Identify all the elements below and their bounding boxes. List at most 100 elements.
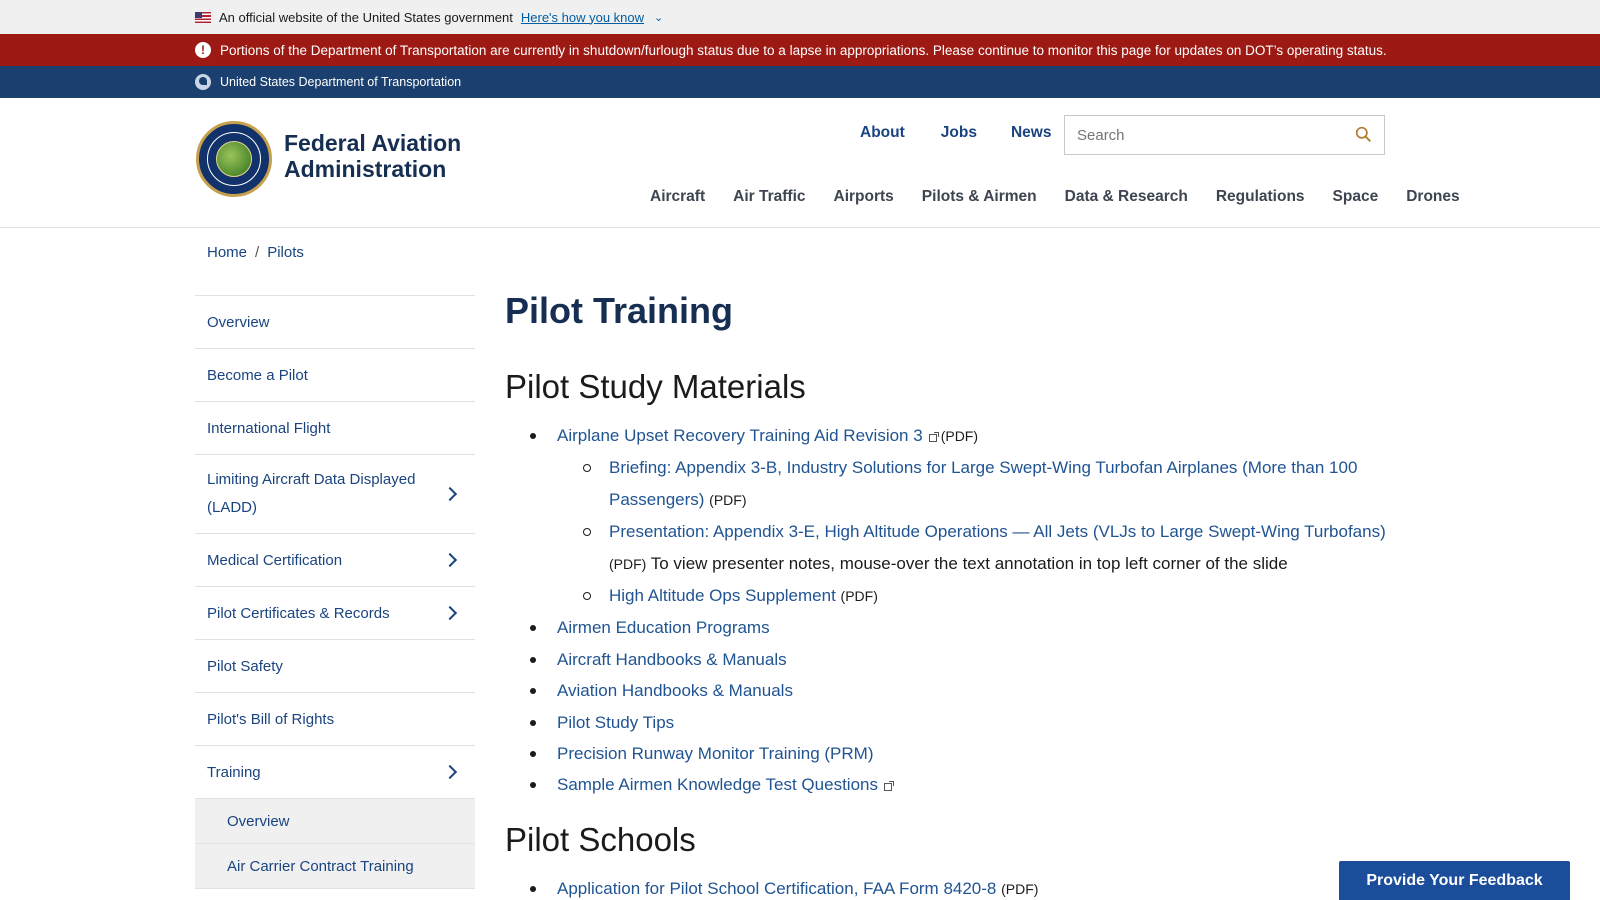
- pdf-label: (PDF): [940, 428, 979, 444]
- list-item: Sample Airmen Knowledge Test Questions: [505, 769, 1405, 800]
- pilot-study-tips-link[interactable]: Pilot Study Tips: [557, 713, 674, 732]
- sidebar-item-international-flight[interactable]: International Flight: [195, 402, 475, 455]
- brand-line-2: Administration: [284, 156, 447, 182]
- sidebar-subitem-overview[interactable]: Overview: [195, 799, 475, 844]
- heres-how-you-know-link[interactable]: Here's how you know: [521, 10, 644, 25]
- sidebar-item-label: Overview: [207, 313, 270, 331]
- chevron-right-icon[interactable]: [442, 486, 458, 502]
- util-nav-about[interactable]: About: [860, 124, 905, 142]
- upset-recovery-sublist: Briefing: Appendix 3-B, Industry Solutio…: [557, 452, 1405, 612]
- form-8420-8-link[interactable]: Application for Pilot School Certificati…: [557, 879, 996, 898]
- high-altitude-ops-link[interactable]: High Altitude Ops Supplement: [609, 586, 836, 605]
- gov-banner-text: An official website of the United States…: [219, 9, 513, 25]
- search-input[interactable]: [1065, 116, 1335, 154]
- breadcrumb: Home / Pilots: [207, 244, 304, 261]
- sidebar-item-pilot-safety[interactable]: Pilot Safety: [195, 640, 475, 693]
- list-item: Aircraft Handbooks & Manuals: [505, 644, 1405, 675]
- dot-bar: United States Department of Transportati…: [0, 66, 1600, 98]
- presenter-notes-text: To view presenter notes, mouse-over the …: [650, 553, 1288, 573]
- section-heading-pilot-schools: Pilot Schools: [505, 821, 696, 858]
- sidebar-item-label: Pilot Certificates & Records: [207, 604, 390, 622]
- site-header: Federal Aviation Administration About Jo…: [0, 98, 1600, 228]
- util-nav-jobs[interactable]: Jobs: [941, 124, 977, 142]
- chevron-right-icon[interactable]: [442, 764, 458, 780]
- alert-icon: !: [195, 42, 211, 58]
- site-brand[interactable]: Federal Aviation Administration: [284, 130, 461, 182]
- alert-text: Portions of the Department of Transporta…: [220, 42, 1387, 58]
- pdf-label: (PDF): [609, 555, 647, 572]
- pdf-label: (PDF): [709, 491, 747, 508]
- sidebar-nav: Overview Become a Pilot International Fl…: [195, 295, 475, 889]
- chevron-right-icon[interactable]: [442, 552, 458, 568]
- external-link-icon: [883, 781, 894, 792]
- main-nav: Aircraft Air Traffic Airports Pilots & A…: [650, 188, 1488, 206]
- prm-training-link[interactable]: Precision Runway Monitor Training (PRM): [557, 744, 874, 763]
- us-flag-icon: [195, 11, 211, 23]
- list-item: Precision Runway Monitor Training (PRM): [505, 738, 1405, 769]
- dot-logo-icon: [195, 74, 211, 90]
- sidebar-subitem-label: Air Carrier Contract Training: [227, 857, 414, 875]
- list-item: Aviation Handbooks & Manuals: [505, 675, 1405, 706]
- main-nav-airports[interactable]: Airports: [834, 188, 894, 206]
- breadcrumb-home[interactable]: Home: [207, 244, 247, 261]
- pdf-label: (PDF): [1001, 881, 1039, 897]
- chevron-right-icon[interactable]: [442, 605, 458, 621]
- sidebar-item-medical-certification[interactable]: Medical Certification: [195, 534, 475, 587]
- sidebar-subitem-air-carrier-contract-training[interactable]: Air Carrier Contract Training: [195, 844, 475, 889]
- main-nav-space[interactable]: Space: [1333, 188, 1379, 206]
- main-nav-data-research[interactable]: Data & Research: [1065, 188, 1188, 206]
- sidebar-item-become-a-pilot[interactable]: Become a Pilot: [195, 349, 475, 402]
- shutdown-alert-banner: ! Portions of the Department of Transpor…: [0, 34, 1600, 66]
- pilot-schools-list: Application for Pilot School Certificati…: [505, 873, 1405, 900]
- sidebar-item-pilot-certificates-records[interactable]: Pilot Certificates & Records: [195, 587, 475, 640]
- upset-recovery-link[interactable]: Airplane Upset Recovery Training Aid Rev…: [557, 426, 923, 445]
- list-item: Airmen Education Programs: [505, 612, 1405, 643]
- study-materials-list: Airplane Upset Recovery Training Aid Rev…: [505, 420, 1405, 801]
- search-icon[interactable]: [1355, 126, 1372, 143]
- list-item: Pilot Study Tips: [505, 707, 1405, 738]
- seal-ring: [207, 132, 261, 186]
- aviation-handbooks-link[interactable]: Aviation Handbooks & Manuals: [557, 681, 793, 700]
- sidebar-item-overview[interactable]: Overview: [195, 296, 475, 349]
- gov-banner: An official website of the United States…: [0, 0, 1600, 34]
- aircraft-handbooks-link[interactable]: Aircraft Handbooks & Manuals: [557, 650, 787, 669]
- sidebar-item-label: Pilot's Bill of Rights: [207, 710, 335, 728]
- main-nav-pilots-airmen[interactable]: Pilots & Airmen: [922, 188, 1037, 206]
- main-nav-drones[interactable]: Drones: [1406, 188, 1459, 206]
- external-link-icon: [928, 432, 939, 442]
- page-title: Pilot Training: [505, 290, 734, 331]
- sidebar-subitem-label: Overview: [227, 812, 290, 830]
- breadcrumb-pilots[interactable]: Pilots: [267, 244, 304, 261]
- dot-bar-text[interactable]: United States Department of Transportati…: [220, 75, 461, 89]
- search-box: [1064, 115, 1385, 155]
- sidebar-item-ladd[interactable]: Limiting Aircraft Data Displayed (LADD): [195, 455, 475, 534]
- airmen-education-link[interactable]: Airmen Education Programs: [557, 618, 770, 637]
- sidebar-item-training[interactable]: Training: [195, 746, 475, 799]
- faa-seal-logo[interactable]: [196, 121, 272, 197]
- sidebar-item-label: International Flight: [207, 419, 331, 437]
- breadcrumb-separator: /: [255, 244, 260, 261]
- list-item: Airplane Upset Recovery Training Aid Rev…: [505, 420, 1405, 612]
- seal-globe-icon: [216, 141, 252, 177]
- sidebar-item-label: Pilot Safety: [207, 657, 283, 675]
- brand-line-1: Federal Aviation: [284, 130, 462, 156]
- list-item: Application for Pilot School Certificati…: [505, 873, 1405, 900]
- sample-knowledge-test-link[interactable]: Sample Airmen Knowledge Test Questions: [557, 775, 878, 794]
- presentation-appendix-3e-link[interactable]: Presentation: Appendix 3-E, High Altitud…: [609, 522, 1386, 541]
- list-item: High Altitude Ops Supplement (PDF): [557, 580, 1405, 612]
- provide-feedback-button[interactable]: Provide Your Feedback: [1339, 861, 1570, 900]
- sidebar-item-label: Training: [207, 763, 261, 781]
- utility-nav: About Jobs News: [860, 124, 1087, 142]
- section-heading-study-materials: Pilot Study Materials: [505, 368, 806, 405]
- sidebar-item-label: Limiting Aircraft Data Displayed (LADD): [207, 471, 416, 516]
- main-content: Pilot Training Pilot Study Materials Air…: [505, 290, 1405, 898]
- main-nav-air-traffic[interactable]: Air Traffic: [733, 188, 805, 206]
- list-item: Briefing: Appendix 3-B, Industry Solutio…: [557, 452, 1405, 516]
- main-nav-aircraft[interactable]: Aircraft: [650, 188, 705, 206]
- chevron-down-icon[interactable]: ⌄: [654, 11, 663, 24]
- sidebar-item-label: Become a Pilot: [207, 366, 308, 384]
- pdf-label: (PDF): [840, 588, 878, 605]
- main-nav-regulations[interactable]: Regulations: [1216, 188, 1305, 206]
- sidebar-item-pilots-bill-of-rights[interactable]: Pilot's Bill of Rights: [195, 693, 475, 746]
- util-nav-news[interactable]: News: [1011, 124, 1052, 142]
